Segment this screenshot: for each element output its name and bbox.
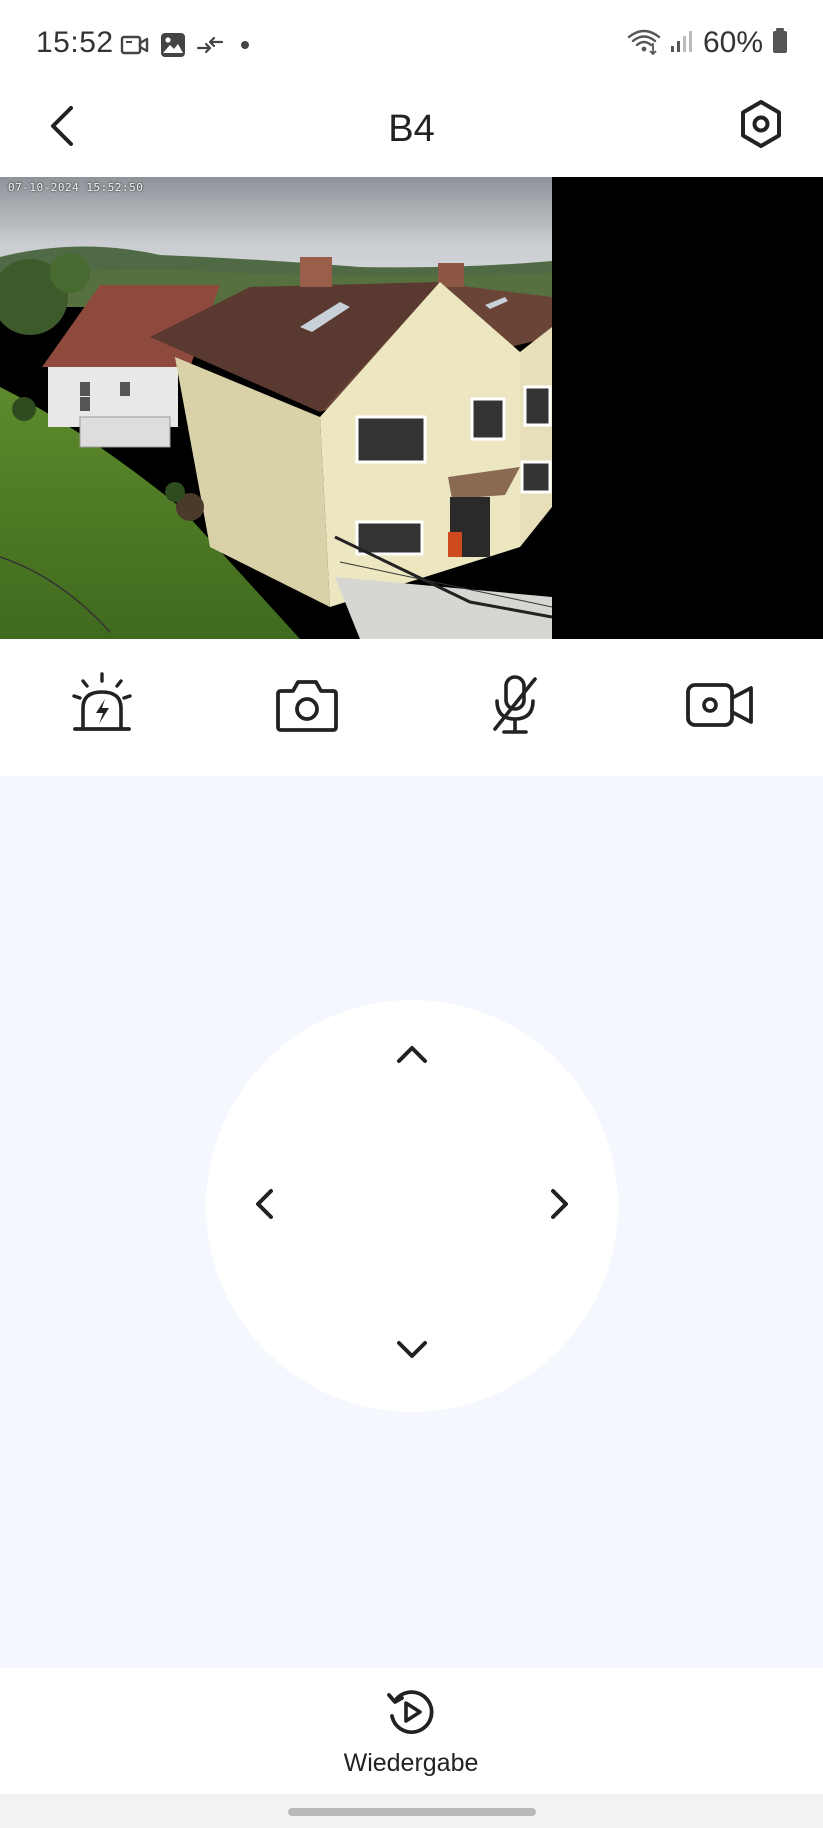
camera-icon: [275, 677, 339, 738]
video-notification-icon: [120, 33, 150, 62]
dot-icon: [234, 34, 256, 61]
video-timestamp: 07-10-2024 15:52:50: [8, 181, 144, 194]
status-time: 15:52: [36, 26, 114, 59]
record-video-button[interactable]: [680, 667, 760, 747]
data-transfer-icon: [196, 33, 224, 62]
signal-icon: [669, 28, 695, 59]
playback-label: Wiedergabe: [343, 1749, 479, 1777]
gallery-notification-icon: [160, 32, 186, 63]
live-video-area[interactable]: 07-10-2024 15:52:50: [0, 177, 823, 639]
microphone-toggle-button[interactable]: [475, 667, 555, 747]
battery-percentage: 60%: [702, 26, 763, 59]
home-indicator[interactable]: [288, 1808, 536, 1816]
playback-replay-icon: [385, 1686, 437, 1743]
camera-feed-image: 07-10-2024 15:52:50: [0, 177, 552, 639]
gesture-navigation-bar: [0, 1794, 823, 1828]
ptz-down-button[interactable]: [380, 1320, 444, 1384]
camera-controls-toolbar: [0, 639, 823, 776]
app-screen: 15:52 60% B4 07-10-2024 15:52:50 Wiederg…: [0, 0, 823, 1828]
status-bar: 15:52 60%: [0, 0, 823, 92]
battery-icon: [771, 27, 789, 60]
app-header: B4: [0, 92, 823, 178]
settings-hexagon-icon: [738, 99, 784, 154]
ptz-control-area: [0, 776, 823, 1668]
chevron-left-icon: [252, 1186, 276, 1227]
wifi-icon: [627, 27, 661, 60]
settings-button[interactable]: [735, 98, 787, 154]
ptz-left-button[interactable]: [232, 1174, 296, 1238]
chevron-right-icon: [548, 1186, 572, 1227]
snapshot-button[interactable]: [267, 667, 347, 747]
video-camera-icon: [685, 680, 755, 735]
chevron-down-icon: [394, 1338, 430, 1367]
bottom-bar: Wiedergabe: [0, 1668, 823, 1794]
system-status: 60%: [627, 26, 789, 60]
ptz-up-button[interactable]: [380, 1024, 444, 1088]
siren-icon: [69, 671, 135, 743]
playback-button[interactable]: Wiedergabe: [311, 1686, 511, 1782]
ptz-direction-pad[interactable]: [206, 1000, 618, 1412]
chevron-up-icon: [394, 1042, 430, 1071]
ptz-right-button[interactable]: [528, 1174, 592, 1238]
notification-icons: [120, 32, 256, 63]
siren-button[interactable]: [62, 667, 142, 747]
page-title: B4: [388, 108, 435, 150]
microphone-muted-icon: [487, 673, 543, 742]
